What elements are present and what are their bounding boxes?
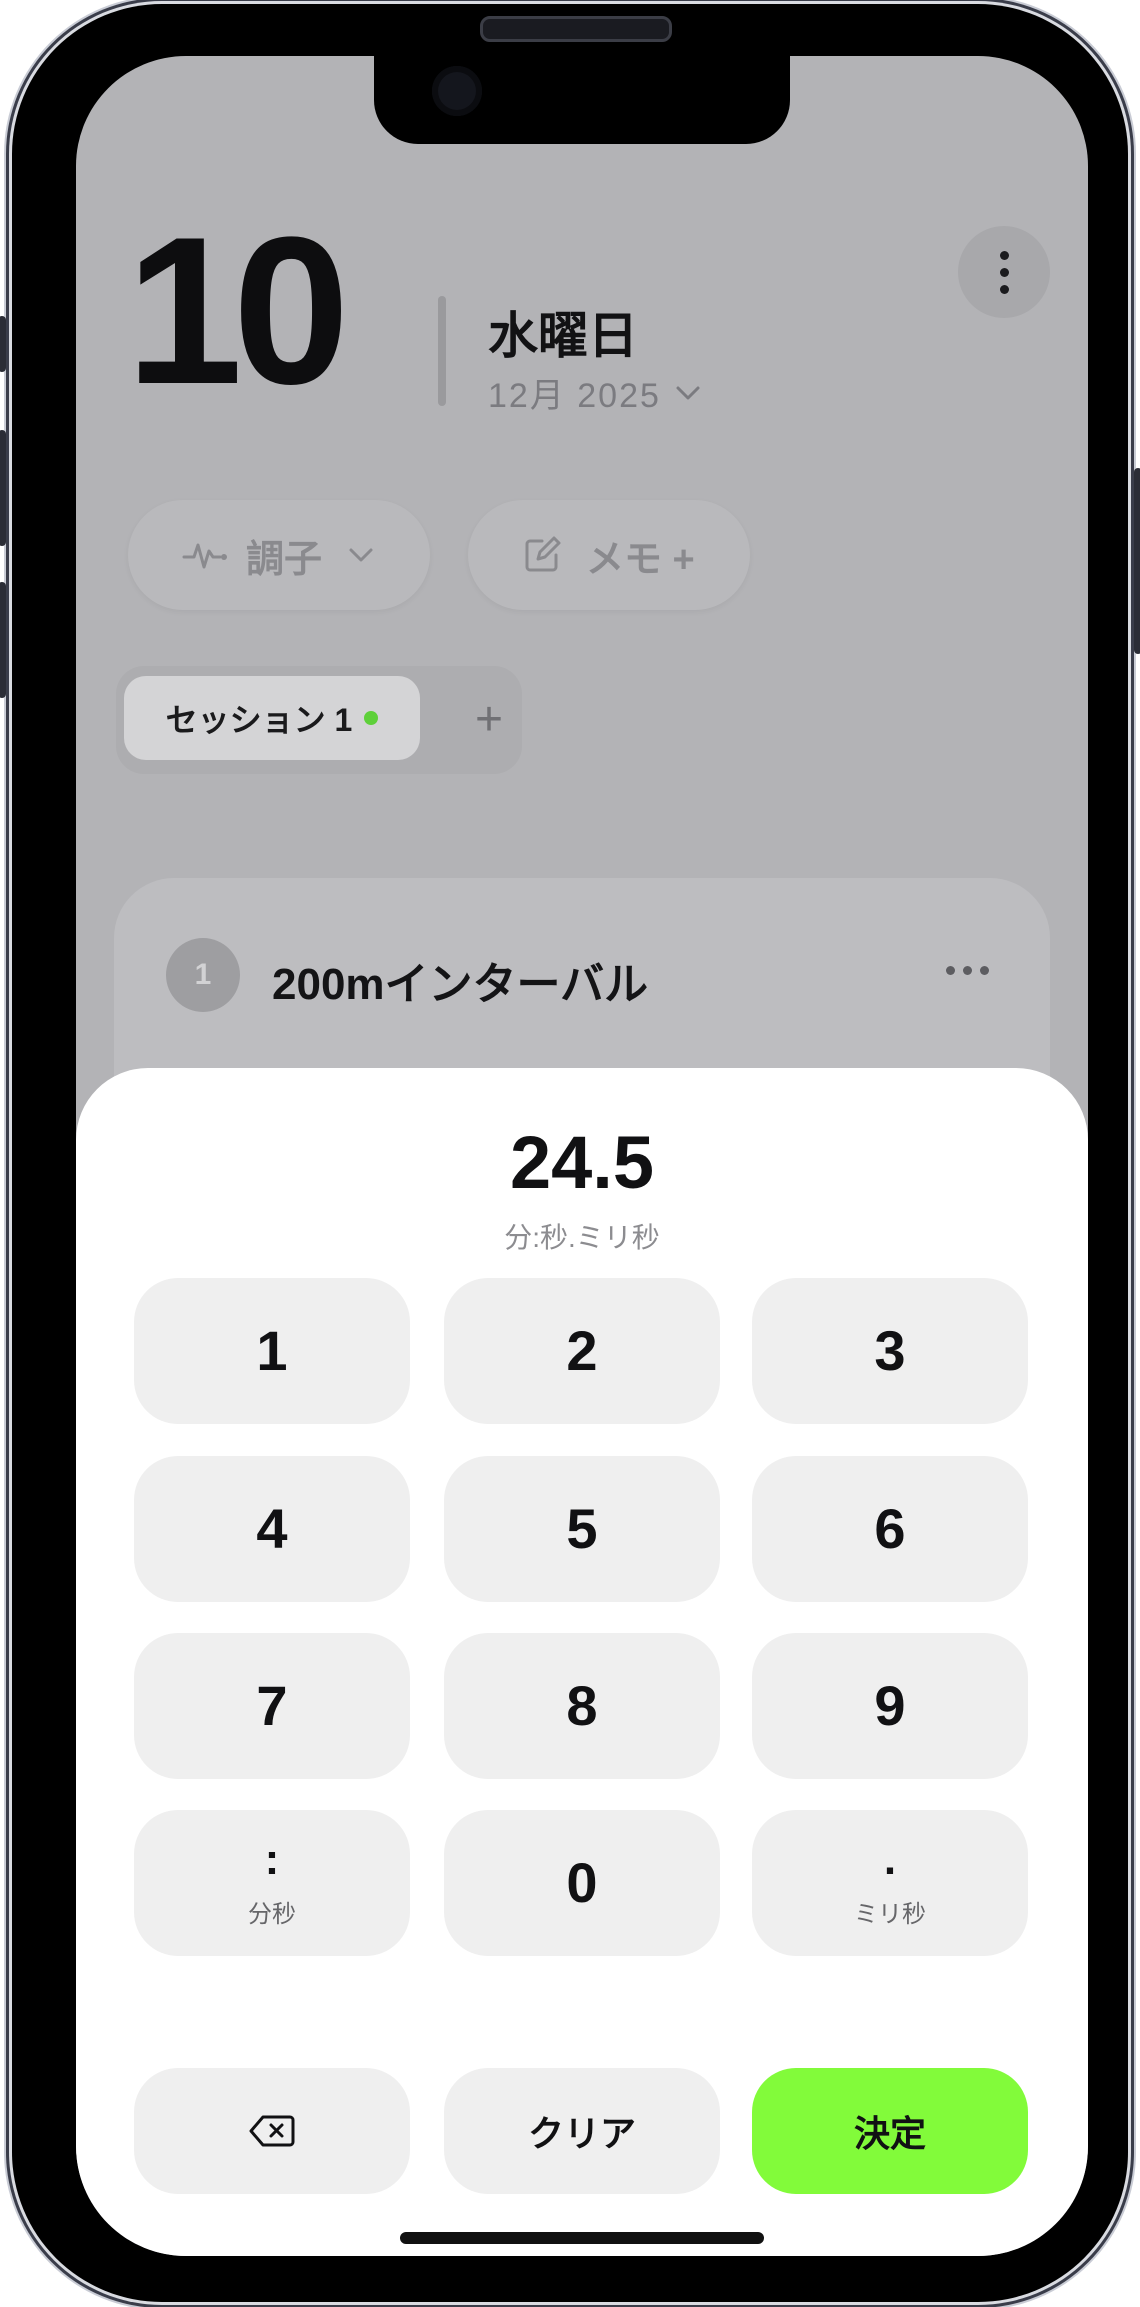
- key-label: 7: [256, 1674, 288, 1737]
- power-button: [1134, 468, 1140, 654]
- backspace-icon: [249, 2115, 295, 2147]
- more-vertical-icon: [999, 250, 1009, 294]
- key-0[interactable]: 0: [444, 1810, 720, 1956]
- condition-label: 調子: [246, 538, 323, 581]
- key-9[interactable]: 9: [752, 1633, 1028, 1779]
- key-label: 4: [256, 1497, 288, 1560]
- chevron-down-icon: [349, 548, 373, 562]
- key-label: .: [883, 1834, 897, 1884]
- day-number: 10: [126, 193, 350, 428]
- session-tab-label: セッション 1: [165, 702, 353, 738]
- month-year-label: 12月 2025: [488, 377, 661, 415]
- volume-up-button: [0, 430, 6, 546]
- key-label: 6: [874, 1497, 906, 1560]
- key-4[interactable]: 4: [134, 1456, 410, 1602]
- edit-note-icon: [525, 536, 561, 572]
- mute-switch: [0, 316, 6, 372]
- key-3[interactable]: 3: [752, 1278, 1028, 1424]
- format-hint: 分:秒.ミリ秒: [504, 1222, 660, 1253]
- active-indicator: [364, 711, 379, 725]
- key-sublabel: 分秒: [248, 1900, 296, 1928]
- screen: 10 水曜日 12月 2025 調子 メモ + セッション 1 + 1 200m…: [76, 56, 1088, 2256]
- memo-chip[interactable]: メモ +: [468, 500, 750, 610]
- key-label: 8: [566, 1674, 598, 1737]
- key-label: 2: [566, 1319, 598, 1382]
- key-label: 3: [874, 1319, 906, 1382]
- home-indicator[interactable]: [400, 2232, 764, 2244]
- key-7[interactable]: 7: [134, 1633, 410, 1779]
- key-label: 0: [566, 1851, 598, 1914]
- key-5[interactable]: 5: [444, 1456, 720, 1602]
- key-2[interactable]: 2: [444, 1278, 720, 1424]
- plus-icon: +: [474, 692, 504, 746]
- key-label: :: [264, 1834, 280, 1884]
- time-input-sheet: 24.5 分:秒.ミリ秒 1 2 3 4 5 6 7 8 9 : 分秒 0 . …: [76, 1068, 1088, 2256]
- condition-chip[interactable]: 調子: [128, 500, 430, 610]
- key-1[interactable]: 1: [134, 1278, 410, 1424]
- key-6[interactable]: 6: [752, 1456, 1028, 1602]
- key-8[interactable]: 8: [444, 1633, 720, 1779]
- key-label: 1: [256, 1319, 288, 1382]
- more-horizontal-icon: [946, 966, 989, 975]
- clear-label: クリア: [527, 2113, 636, 2154]
- input-value-display: 24.5: [509, 1121, 655, 1204]
- header-divider: [438, 296, 446, 406]
- earpiece-speaker: [480, 16, 672, 42]
- add-session-button[interactable]: +: [454, 684, 524, 754]
- step-number-badge: 1: [166, 938, 240, 1012]
- pulse-icon: [182, 543, 227, 569]
- key-dot[interactable]: . ミリ秒: [752, 1810, 1028, 1956]
- notch: [374, 56, 790, 144]
- memo-label: メモ +: [586, 538, 695, 581]
- key-label: 9: [874, 1674, 906, 1737]
- key-sublabel: ミリ秒: [854, 1900, 926, 1928]
- chevron-down-icon: [676, 386, 700, 399]
- weekday-label: 水曜日: [488, 308, 638, 364]
- backspace-button[interactable]: [134, 2068, 410, 2194]
- exercise-title: 200mインターバル: [272, 960, 649, 1009]
- confirm-label: 決定: [853, 2113, 926, 2154]
- month-selector[interactable]: 12月 2025: [488, 368, 701, 417]
- front-camera: [432, 66, 482, 116]
- session-tab-1[interactable]: セッション 1: [124, 676, 420, 760]
- clear-button[interactable]: クリア: [444, 2068, 720, 2194]
- card-menu-button[interactable]: [946, 966, 989, 975]
- phone-frame: 10 水曜日 12月 2025 調子 メモ + セッション 1 + 1 200m…: [0, 4, 1140, 2302]
- key-label: 5: [566, 1497, 598, 1560]
- confirm-button[interactable]: 決定: [752, 2068, 1028, 2194]
- volume-down-button: [0, 582, 6, 698]
- key-colon[interactable]: : 分秒: [134, 1810, 410, 1956]
- more-options-button[interactable]: [958, 226, 1050, 318]
